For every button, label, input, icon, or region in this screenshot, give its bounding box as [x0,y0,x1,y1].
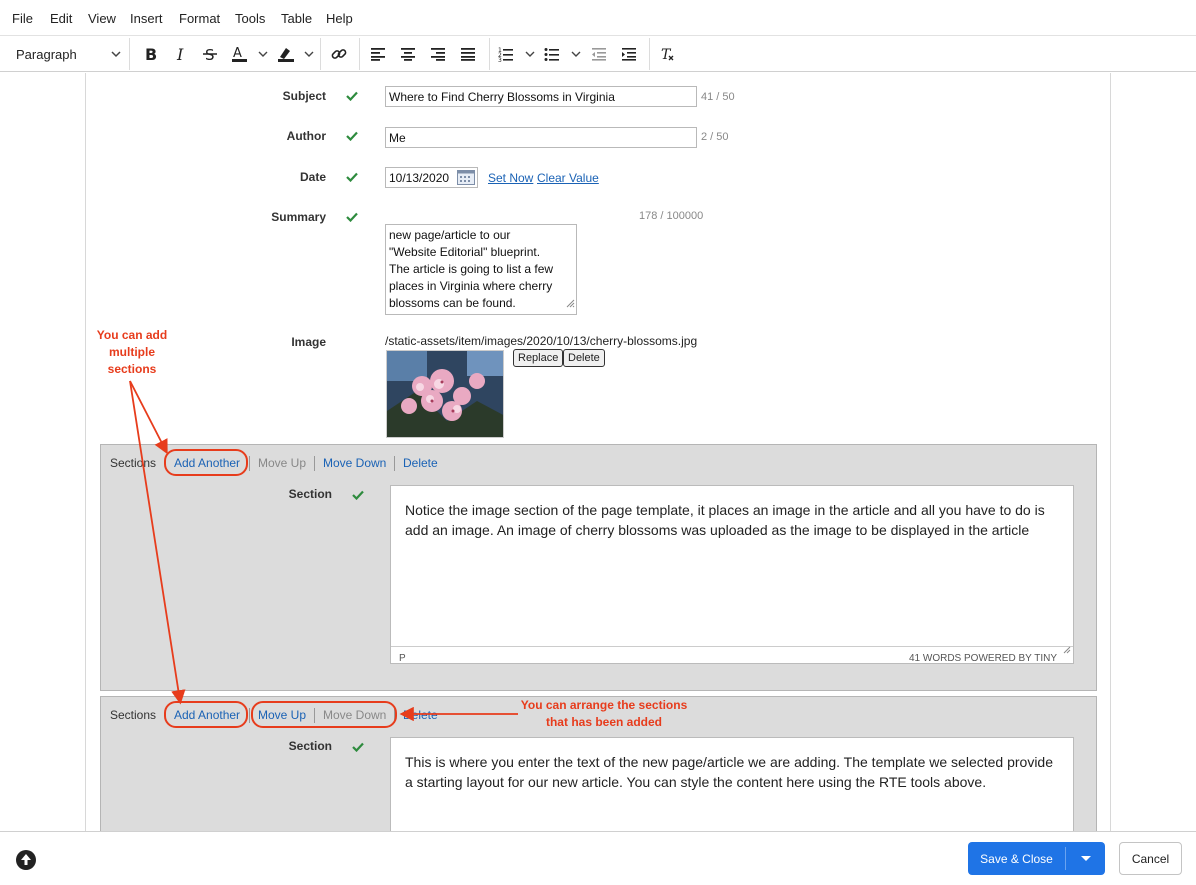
clear-formatting-icon[interactable]: T [657,44,677,64]
menu-file[interactable]: File [12,11,33,26]
caret-down-icon [1080,855,1091,861]
menu-format[interactable]: Format [179,11,220,26]
save-close-button[interactable]: Save & Close [968,842,1065,875]
toolbar-divider [320,38,321,70]
save-options-dropdown[interactable] [1066,842,1105,875]
link-icon[interactable] [329,44,349,64]
highlight-icon[interactable] [276,44,316,64]
align-center-icon[interactable] [398,44,418,64]
numbered-list-icon[interactable]: 123 [497,44,539,64]
menu-help[interactable]: Help [326,11,353,26]
svg-text:3: 3 [498,57,502,62]
toolbar-divider [129,38,130,70]
align-justify-icon[interactable] [458,44,478,64]
svg-text:B: B [145,46,157,62]
chevron-down-icon [110,48,122,63]
svg-text:T: T [661,47,672,62]
menubar: File Edit View Insert Format Tools Table… [0,0,1196,36]
menu-edit[interactable]: Edit [50,11,72,26]
outdent-icon[interactable] [589,44,609,64]
scroll-to-top-icon[interactable] [16,850,36,870]
strikethrough-icon[interactable]: S [200,44,220,64]
text-color-icon[interactable]: A [230,44,270,64]
annotation-arrows [129,380,518,722]
bullet-list-icon[interactable] [543,44,585,64]
align-right-icon[interactable] [428,44,448,64]
toolbar-divider [359,38,360,70]
italic-icon[interactable]: I [170,44,190,64]
menu-insert[interactable]: Insert [130,11,163,26]
block-format-value: Paragraph [16,46,77,62]
right-panel [1110,73,1196,831]
svg-text:A: A [233,46,242,61]
save-close-button-group: Save & Close [968,842,1105,875]
left-panel [0,73,86,831]
menu-view[interactable]: View [88,11,116,26]
menu-tools[interactable]: Tools [235,11,265,26]
bold-icon[interactable]: B [140,44,160,64]
indent-icon[interactable] [619,44,639,64]
editor-toolbar: Paragraph B I S A 123 T [0,36,1196,72]
menu-table[interactable]: Table [281,11,312,26]
footer-bar: Save & Close Cancel [0,831,1196,885]
form-content: Subject Where to Find Cherry Blossoms in… [86,73,1110,831]
cancel-button[interactable]: Cancel [1119,842,1182,875]
block-format-select[interactable]: Paragraph [8,42,124,66]
toolbar-divider [489,38,490,70]
svg-text:I: I [176,46,184,62]
align-left-icon[interactable] [368,44,388,64]
toolbar-divider [649,38,650,70]
